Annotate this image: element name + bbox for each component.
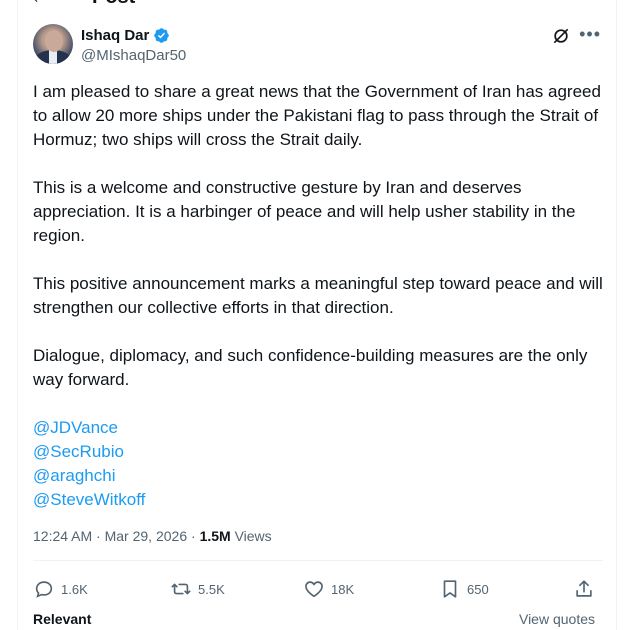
post-date[interactable]: Mar 29, 2026 bbox=[105, 528, 188, 544]
repost-count: 5.5K bbox=[198, 581, 225, 597]
post-paragraph: This positive announcement marks a meani… bbox=[33, 274, 603, 317]
reply-icon bbox=[35, 581, 53, 598]
bookmark-button[interactable]: 650 bbox=[439, 578, 489, 600]
verified-badge-icon bbox=[154, 28, 170, 43]
replies-sort-bar: Relevant View quotes bbox=[33, 611, 603, 627]
mention-link[interactable]: @JDVance bbox=[33, 416, 605, 440]
like-count: 18K bbox=[331, 581, 355, 597]
heart-icon bbox=[305, 581, 323, 598]
post-text: I am pleased to share a great news that … bbox=[33, 80, 605, 512]
post-header: Ishaq Dar @MIshaqDar50 ••• bbox=[33, 24, 603, 68]
grok-icon[interactable] bbox=[551, 26, 571, 46]
author-name[interactable]: Ishaq Dar bbox=[81, 27, 149, 44]
post-meta: 12:24 AM · Mar 29, 2026 · 1.5M Views bbox=[33, 528, 272, 544]
views-count: 1.5M bbox=[199, 528, 231, 544]
share-icon bbox=[576, 580, 592, 597]
action-bar: 1.6K 5.5K 18K 650 bbox=[33, 578, 603, 602]
mention-link[interactable]: @SteveWitkoff bbox=[33, 488, 605, 512]
mentions-list: @JDVance @SecRubio @araghchi @SteveWitko… bbox=[33, 416, 605, 512]
post-paragraph: This is a welcome and constructive gestu… bbox=[33, 178, 576, 245]
more-icon[interactable]: ••• bbox=[579, 24, 601, 44]
page-title: Post bbox=[92, 0, 135, 9]
sort-relevant-button[interactable]: Relevant bbox=[33, 611, 91, 627]
bookmark-icon bbox=[443, 580, 457, 598]
bookmark-count: 650 bbox=[467, 581, 489, 597]
top-bar: ← Post bbox=[0, 0, 633, 10]
view-quotes-link[interactable]: View quotes bbox=[519, 611, 595, 627]
author-name-row: Ishaq Dar bbox=[81, 27, 170, 44]
mention-link[interactable]: @araghchi bbox=[33, 464, 605, 488]
like-button[interactable]: 18K bbox=[303, 578, 354, 600]
author-handle[interactable]: @MIshaqDar50 bbox=[81, 47, 186, 64]
avatar[interactable] bbox=[33, 24, 73, 64]
views-label: Views bbox=[234, 528, 272, 544]
reply-count: 1.6K bbox=[61, 581, 88, 597]
post-paragraph: I am pleased to share a great news that … bbox=[33, 82, 601, 149]
post-time[interactable]: 12:24 AM bbox=[33, 528, 92, 544]
mention-link[interactable]: @SecRubio bbox=[33, 440, 605, 464]
back-arrow-icon[interactable]: ← bbox=[30, 0, 50, 9]
repost-icon bbox=[171, 583, 191, 595]
reply-button[interactable]: 1.6K bbox=[33, 578, 88, 600]
divider bbox=[33, 560, 603, 561]
share-button[interactable] bbox=[573, 578, 595, 600]
post-paragraph: Dialogue, diplomacy, and such confidence… bbox=[33, 346, 588, 389]
repost-button[interactable]: 5.5K bbox=[170, 578, 225, 600]
